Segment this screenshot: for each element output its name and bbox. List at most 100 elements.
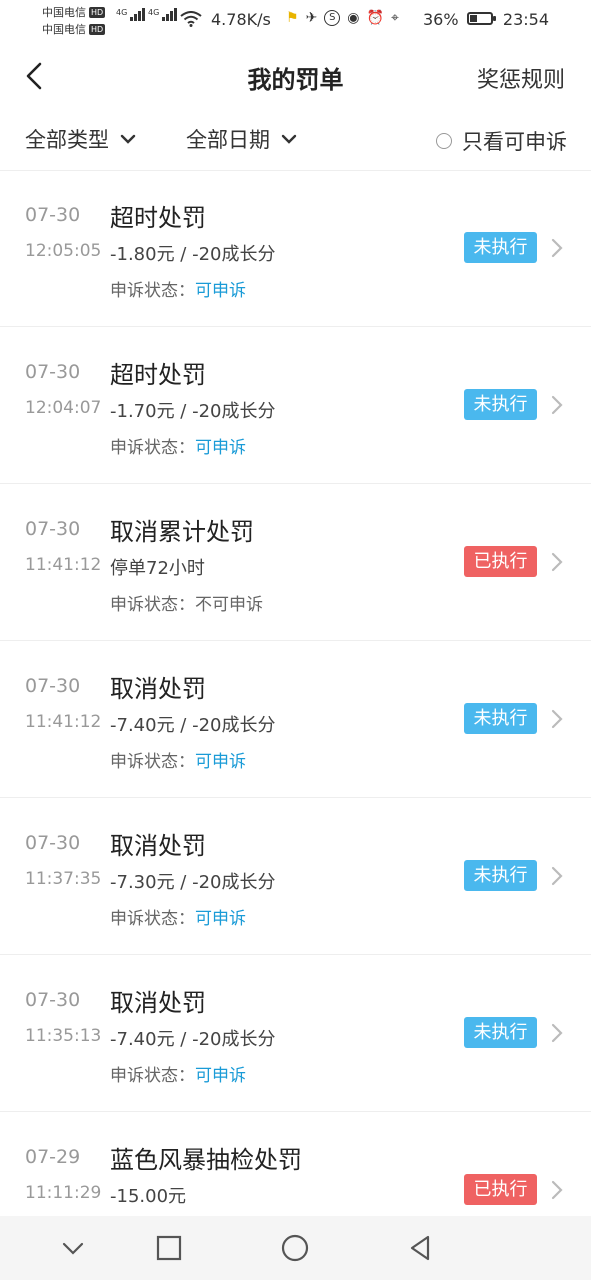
notification-icons: ⚑ ✈ S ◉ ⏰ ⌖ <box>286 10 399 26</box>
collapse-icon[interactable] <box>57 1232 89 1264</box>
appeal-status-label: 申诉状态： <box>110 752 195 772</box>
penalty-name: 超时处罚 <box>110 204 206 232</box>
network-speed: 4.78K/s <box>211 10 271 29</box>
execution-status-badge: 未执行 <box>464 232 537 263</box>
appeal-status-label: 申诉状态： <box>110 1066 195 1086</box>
execution-status-badge: 未执行 <box>464 1017 537 1048</box>
appeal-status-value: 不可申诉 <box>195 595 263 615</box>
penalty-amount: -7.30元 / -20成长分 <box>110 872 276 893</box>
penalty-amount: 停单72小时 <box>110 558 205 579</box>
signal-icon: 4G <box>148 8 178 21</box>
execution-status-badge: 未执行 <box>464 389 537 420</box>
only-appealable-label: 只看可申诉 <box>462 130 567 154</box>
sf-icon: S <box>324 10 341 26</box>
appeal-status: 申诉状态：可申诉 <box>110 904 246 929</box>
penalty-date: 07-30 <box>25 518 81 540</box>
recents-icon[interactable] <box>153 1232 185 1264</box>
penalty-name: 取消处罚 <box>110 989 206 1017</box>
penalty-name: 蓝色风暴抽检处罚 <box>110 1146 302 1174</box>
appeal-status-label: 申诉状态： <box>110 281 195 301</box>
penalty-row[interactable]: 07-30 11:35:13 取消处罚 -7.40元 / -20成长分 申诉状态：可申诉… <box>0 955 591 1112</box>
penalty-date: 07-30 <box>25 204 81 226</box>
penalty-date: 07-30 <box>25 675 81 697</box>
appeal-status: 申诉状态：可申诉 <box>110 433 246 458</box>
carrier-2: 中国电信 <box>42 23 86 36</box>
penalty-amount: -7.40元 / -20成长分 <box>110 1029 276 1050</box>
appeal-status-value[interactable]: 可申诉 <box>195 438 246 458</box>
penalty-name: 取消处罚 <box>110 675 206 703</box>
chevron-down-icon <box>281 134 297 144</box>
penalty-list: 07-30 12:05:05 超时处罚 -1.80元 / -20成长分 申诉状态：可申诉… <box>0 170 591 1269</box>
execution-status-badge: 已执行 <box>464 546 537 577</box>
rules-link[interactable]: 奖惩规则 <box>477 62 565 94</box>
battery-icon <box>467 12 496 25</box>
penalty-date: 07-30 <box>25 361 81 383</box>
hd-badge: HD <box>89 7 106 18</box>
chevron-right-icon <box>551 1180 563 1200</box>
wifi-icon <box>180 11 202 27</box>
status-bar: 中国电信 HD 中国电信 HD 4G 4G 4.78K/s ⚑ ✈ S ◉ ⏰ ⌖ … <box>0 0 591 40</box>
back-nav-icon[interactable] <box>404 1232 436 1264</box>
chevron-right-icon <box>551 552 563 572</box>
penalty-row[interactable]: 07-30 12:04:07 超时处罚 -1.70元 / -20成长分 申诉状态：可申诉… <box>0 327 591 484</box>
penalty-date: 07-30 <box>25 989 81 1011</box>
penalty-row[interactable]: 07-30 11:41:12 取消累计处罚 停单72小时 申诉状态：不可申诉 已执行 <box>0 484 591 641</box>
signal-icon: 4G <box>116 8 146 21</box>
appeal-status-value[interactable]: 可申诉 <box>195 281 246 301</box>
penalty-row[interactable]: 07-30 12:05:05 超时处罚 -1.80元 / -20成长分 申诉状态：可申诉… <box>0 170 591 327</box>
system-nav-bar <box>0 1216 591 1280</box>
penalty-amount: -15.00元 <box>110 1186 187 1207</box>
penalty-time: 11:37:35 <box>25 869 102 889</box>
penalty-time: 11:41:12 <box>25 555 102 575</box>
execution-status-badge: 未执行 <box>464 703 537 734</box>
media-icon: ◉ <box>347 10 360 26</box>
title-bar: 我的罚单 奖惩规则 <box>0 48 591 108</box>
appeal-status-value[interactable]: 可申诉 <box>195 1066 246 1086</box>
chevron-right-icon <box>551 866 563 886</box>
chevron-right-icon <box>551 1023 563 1043</box>
penalty-name: 取消累计处罚 <box>110 518 254 546</box>
chevron-right-icon <box>551 709 563 729</box>
chevron-right-icon <box>551 395 563 415</box>
carrier-1: 中国电信 <box>42 6 86 19</box>
penalty-time: 12:04:07 <box>25 398 102 418</box>
penalty-amount: -1.70元 / -20成长分 <box>110 401 276 422</box>
carrier-info: 中国电信 HD 中国电信 HD <box>42 4 106 38</box>
app-notification-icon: ⚑ <box>286 10 299 26</box>
penalty-time: 11:35:13 <box>25 1026 102 1046</box>
appeal-status-label: 申诉状态： <box>110 595 195 615</box>
appeal-status: 申诉状态：不可申诉 <box>110 590 263 615</box>
penalty-time: 11:11:29 <box>25 1183 102 1203</box>
penalty-row[interactable]: 07-30 11:37:35 取消处罚 -7.30元 / -20成长分 申诉状态：可申诉… <box>0 798 591 955</box>
appeal-status-value[interactable]: 可申诉 <box>195 909 246 929</box>
appeal-status-label: 申诉状态： <box>110 438 195 458</box>
chevron-right-icon <box>551 238 563 258</box>
radio-icon[interactable] <box>436 133 452 149</box>
date-filter-label: 全部日期 <box>186 128 270 152</box>
type-filter-label: 全部类型 <box>25 128 109 152</box>
bird-icon: ✈ <box>305 10 318 26</box>
appeal-status: 申诉状态：可申诉 <box>110 1061 246 1086</box>
clock: 23:54 <box>502 10 549 29</box>
appeal-status-value[interactable]: 可申诉 <box>195 752 246 772</box>
hd-badge: HD <box>89 24 106 35</box>
appeal-status: 申诉状态：可申诉 <box>110 747 246 772</box>
execution-status-badge: 未执行 <box>464 860 537 891</box>
penalty-amount: -7.40元 / -20成长分 <box>110 715 276 736</box>
penalty-date: 07-29 <box>25 1146 81 1168</box>
filter-bar: 全部类型 全部日期 只看可申诉 <box>0 108 591 171</box>
execution-status-badge: 已执行 <box>464 1174 537 1205</box>
penalty-name: 超时处罚 <box>110 361 206 389</box>
penalty-date: 07-30 <box>25 832 81 854</box>
only-appealable-toggle[interactable]: 只看可申诉 <box>436 126 567 156</box>
penalty-time: 11:41:12 <box>25 712 102 732</box>
penalty-amount: -1.80元 / -20成长分 <box>110 244 276 265</box>
type-filter-dropdown[interactable]: 全部类型 <box>25 124 137 154</box>
appeal-status: 申诉状态：可申诉 <box>110 276 246 301</box>
date-filter-dropdown[interactable]: 全部日期 <box>186 124 298 154</box>
penalty-row[interactable]: 07-30 11:41:12 取消处罚 -7.40元 / -20成长分 申诉状态：可申诉… <box>0 641 591 798</box>
appeal-status-label: 申诉状态： <box>110 909 195 929</box>
home-icon[interactable] <box>279 1232 311 1264</box>
alarm-icon: ⏰ <box>366 10 384 26</box>
location-icon: ⌖ <box>390 10 399 26</box>
